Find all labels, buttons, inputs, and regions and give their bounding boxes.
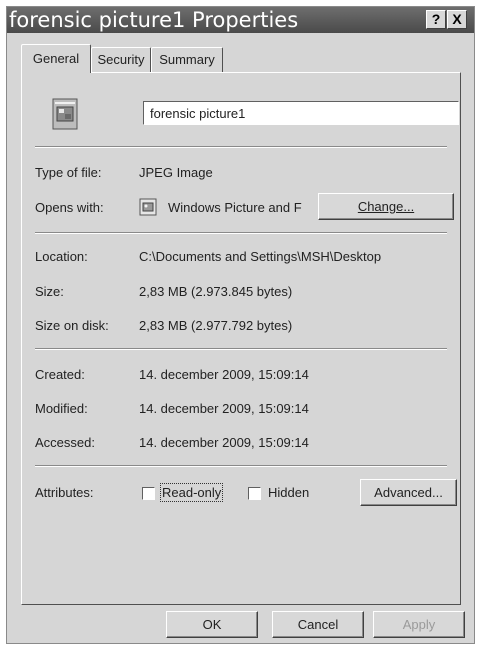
tab-summary[interactable]: Summary [151, 47, 223, 72]
hidden-checkbox[interactable] [248, 487, 261, 500]
created-label: Created: [35, 367, 85, 382]
modified-label: Modified: [35, 401, 88, 416]
separator [35, 348, 447, 350]
ok-button[interactable]: OK [166, 611, 258, 638]
opens-with-label: Opens with: [35, 200, 104, 215]
type-label: Type of file: [35, 165, 102, 180]
type-value: JPEG Image [139, 165, 213, 180]
separator [35, 146, 447, 148]
tab-security[interactable]: Security [91, 47, 151, 72]
created-value: 14. december 2009, 15:09:14 [139, 367, 309, 382]
size-value: 2,83 MB (2.973.845 bytes) [139, 284, 293, 299]
location-label: Location: [35, 249, 88, 264]
close-button[interactable]: X [447, 10, 467, 29]
separator [35, 465, 447, 467]
apply-button[interactable]: Apply [373, 611, 465, 638]
file-name-input[interactable] [143, 101, 459, 125]
properties-dialog: forensic picture1 Properties ? X General… [6, 6, 475, 644]
size-on-disk-label: Size on disk: [35, 318, 109, 333]
modified-value: 14. december 2009, 15:09:14 [139, 401, 309, 416]
read-only-label[interactable]: Read-only [159, 483, 224, 502]
change-button-label: Change... [357, 199, 415, 214]
general-panel: Type of file: JPEG Image Opens with: Win… [21, 72, 461, 605]
title-bar[interactable]: forensic picture1 Properties ? X [7, 7, 474, 33]
change-button[interactable]: Change... [318, 193, 454, 220]
hidden-label[interactable]: Hidden [268, 485, 309, 500]
size-label: Size: [35, 284, 64, 299]
advanced-button[interactable]: Advanced... [360, 479, 457, 506]
cancel-button[interactable]: Cancel [272, 611, 364, 638]
accessed-value: 14. december 2009, 15:09:14 [139, 435, 309, 450]
location-value: C:\Documents and Settings\MSH\Desktop [139, 249, 382, 264]
read-only-checkbox[interactable] [142, 487, 155, 500]
picture-viewer-icon [139, 198, 157, 216]
window-title: forensic picture1 Properties [9, 8, 299, 32]
separator [35, 232, 447, 234]
help-button[interactable]: ? [426, 10, 446, 29]
size-on-disk-value: 2,83 MB (2.977.792 bytes) [139, 318, 293, 333]
image-file-icon [52, 98, 78, 130]
tab-general[interactable]: General [21, 44, 91, 73]
opens-with-value: Windows Picture and F [168, 200, 302, 215]
attributes-label: Attributes: [35, 485, 94, 500]
accessed-label: Accessed: [35, 435, 95, 450]
